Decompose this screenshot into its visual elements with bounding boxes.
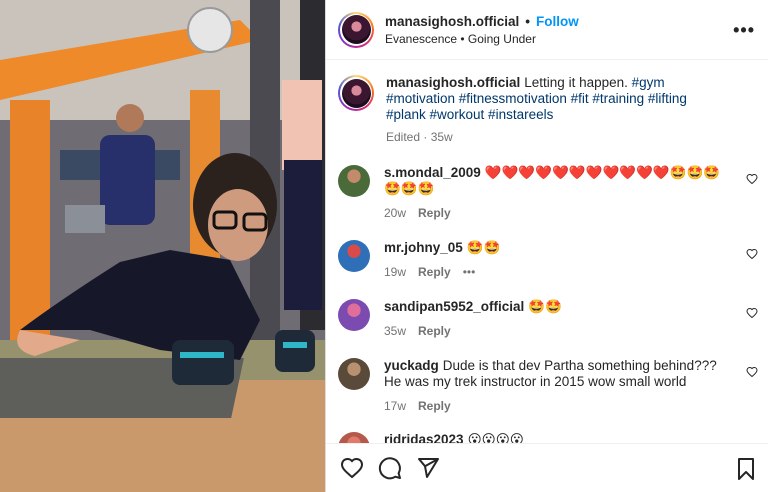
comment-age: 20w [384, 206, 407, 220]
separator-dot: • [525, 13, 531, 29]
reply-button[interactable]: Reply [418, 264, 451, 280]
author-username[interactable]: manasighosh.official [385, 14, 519, 29]
comment-text: 🤩🤩 [466, 240, 501, 255]
comment-age: 35w [384, 324, 407, 338]
commenter-avatar[interactable] [338, 432, 370, 443]
caption-text: Letting it happen. [524, 75, 628, 90]
share-icon[interactable] [416, 456, 440, 480]
comment-icon[interactable] [378, 456, 402, 480]
commenter-avatar[interactable] [338, 165, 370, 197]
like-comment-heart-icon[interactable] [746, 173, 758, 185]
comment-row: mr.johny_05 🤩🤩 19w Reply ••• [338, 240, 758, 280]
comment-username[interactable]: sandipan5952_official [384, 299, 524, 314]
comment-username[interactable]: s.mondal_2009 [384, 165, 481, 180]
comment-row: sandipan5952_official 🤩🤩 35w Reply [338, 299, 758, 339]
comment-row: ridridas2023 😮😮😮😮 [338, 432, 758, 443]
reply-button[interactable]: Reply [418, 398, 451, 414]
avatar-image [341, 78, 371, 108]
post-viewer: manasighosh.official • Follow Evanescenc… [0, 0, 768, 492]
comment-username[interactable]: mr.johny_05 [384, 240, 463, 255]
like-comment-heart-icon[interactable] [746, 366, 758, 378]
like-comment-heart-icon[interactable] [746, 307, 758, 319]
comment-more-icon[interactable]: ••• [463, 264, 476, 280]
reply-button[interactable]: Reply [418, 205, 451, 221]
like-comment-heart-icon[interactable] [746, 248, 758, 260]
like-heart-icon[interactable] [340, 456, 364, 480]
comment-age: 19w [384, 265, 407, 279]
bookmark-icon[interactable] [735, 457, 757, 486]
author-avatar[interactable] [338, 11, 374, 48]
post-photo[interactable] [0, 0, 325, 492]
comment-row: s.mondal_2009 ❤️❤️❤️❤️❤️❤️❤️❤️❤️❤️❤️🤩🤩🤩🤩🤩… [338, 165, 758, 221]
commenter-avatar[interactable] [338, 358, 370, 390]
post-actions-bar [326, 443, 768, 492]
audio-track[interactable]: Evanescence • Going Under [385, 32, 579, 46]
post-header: manasighosh.official • Follow Evanescenc… [326, 0, 768, 60]
follow-button[interactable]: Follow [536, 14, 579, 29]
avatar-image [341, 15, 371, 44]
caption-avatar[interactable] [338, 75, 374, 111]
reply-button[interactable]: Reply [418, 323, 451, 339]
comment-username[interactable]: ridridas2023 [384, 432, 464, 443]
comment-username[interactable]: yuckadg [384, 358, 439, 373]
comment-row: yuckadg Dude is that dev Partha something… [338, 358, 758, 414]
gym-plank-photo [0, 0, 325, 492]
post-side-panel: manasighosh.official • Follow Evanescenc… [325, 0, 768, 492]
comment-age: 17w [384, 399, 407, 413]
more-options-icon[interactable]: ••• [733, 20, 755, 41]
commenter-avatar[interactable] [338, 240, 370, 272]
caption-row: manasighosh.official Letting it happen. #… [338, 75, 758, 145]
caption-meta: Edited · 35w [386, 130, 453, 144]
comments-list[interactable]: manasighosh.official Letting it happen. #… [326, 60, 768, 443]
commenter-avatar[interactable] [338, 299, 370, 331]
comment-text: 😮😮😮😮 [467, 432, 524, 443]
comment-text: 🤩🤩 [528, 299, 562, 314]
caption-username[interactable]: manasighosh.official [386, 75, 520, 90]
